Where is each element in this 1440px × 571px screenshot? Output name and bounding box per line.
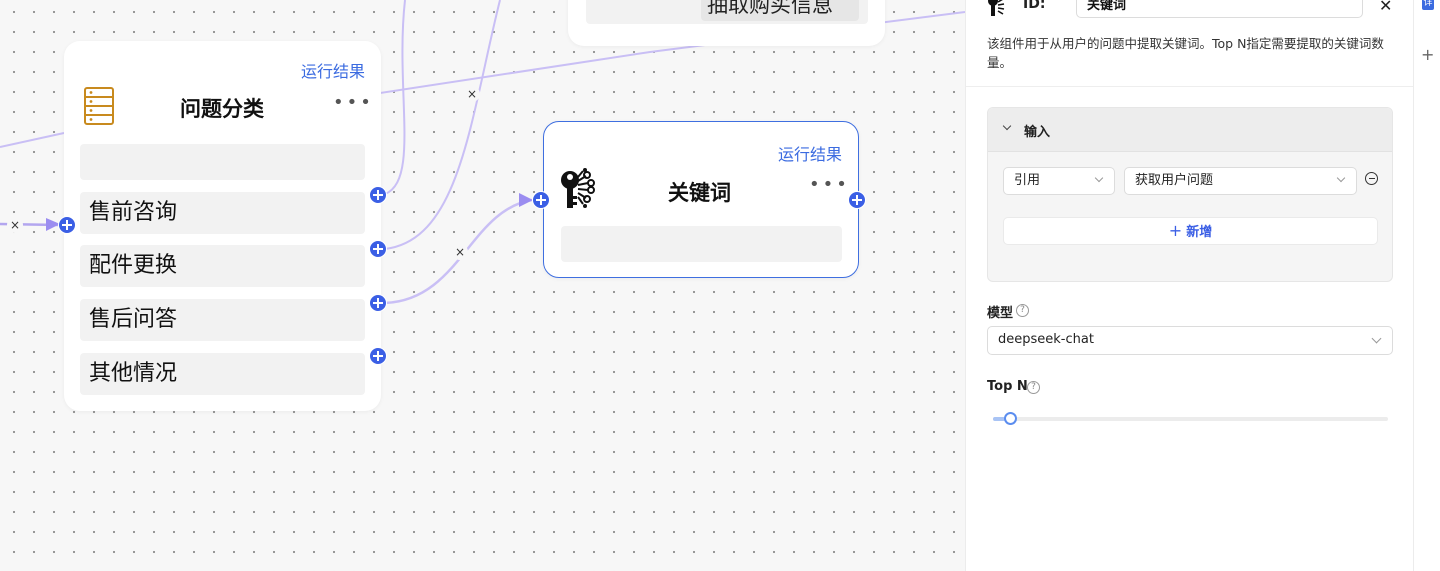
model-select[interactable]: deepseek-chat [987,326,1393,355]
node-name-input[interactable]: 关键词 [1076,0,1363,18]
top-n-slider[interactable] [993,412,1388,426]
more-menu-button[interactable]: ••• [333,94,374,112]
node-type-icon [987,0,1011,18]
edge-presale [384,0,406,195]
edge-left-top [0,132,65,148]
edge-delete-button[interactable]: × [452,244,468,260]
keyword-description-field [561,226,842,262]
answer-node[interactable]: answer 抽取购买信息 [568,0,885,46]
slider-track [993,417,1388,421]
remove-circle-icon[interactable] [1365,172,1378,185]
more-menu-button[interactable]: ••• [809,176,850,194]
edge-arrow-keyword [519,193,533,207]
right-rail: 详 + [1413,0,1440,571]
keyword-icon [560,168,602,210]
rail-add-button[interactable]: + [1421,45,1434,64]
add-input-label: 新增 [1186,225,1213,240]
input-section-title: 输入 [1024,125,1051,140]
categorize-description-field [80,144,365,180]
help-icon[interactable]: ? [1016,304,1029,317]
keyword-input-handle[interactable] [532,191,550,209]
plus-icon: + [1168,221,1183,240]
categorize-title: 问题分类 [180,97,264,121]
id-label: ID: [1023,0,1046,12]
edge-delete-button[interactable]: × [464,86,480,102]
add-input-button[interactable]: + 新增 [1003,217,1378,245]
run-result-link[interactable]: 运行结果 [778,141,842,165]
category-item[interactable]: 售后问答 [80,299,365,341]
node-description: 该组件用于从用户的问题中提取关键词。Top N指定需要提取的关键词数量。 [987,36,1384,70]
categorize-input-handle[interactable] [58,216,76,234]
category-item[interactable]: 配件更换 [80,245,365,287]
category-item[interactable]: 其他情况 [80,353,365,395]
run-result-link[interactable]: 运行结果 [301,58,365,82]
keyword-title: 关键词 [668,181,731,205]
category-item[interactable]: 售前咨询 [80,192,365,234]
categorize-node[interactable]: 运行结果 问题分类 ••• 售前咨询 配件更换 售后问答 其他情况 [64,41,381,411]
input-section: 输入 引用 获取用户问题 + 新增 [987,107,1393,282]
category-output-handle[interactable] [369,347,387,365]
chevron-down-icon [1002,121,1012,131]
help-icon[interactable]: ? [1027,381,1040,394]
edge-delete-button[interactable]: × [7,217,23,233]
category-output-handle[interactable] [369,240,387,258]
node-settings-panel: ID: 关键词 ✕ 该组件用于从用户的问题中提取关键词。Top N指定需要提取的… [965,0,1414,571]
answer-field-value: 抽取购买信息 [701,0,859,21]
keyword-output-handle[interactable] [848,191,866,209]
model-label: 模型 [987,306,1014,321]
rail-detail-tab[interactable]: 详 [1422,0,1434,10]
reference-value-select[interactable]: 获取用户问题 [1124,167,1357,195]
categorize-icon [84,87,114,125]
category-output-handle[interactable] [369,186,387,204]
slider-handle[interactable] [1004,412,1017,425]
input-section-header[interactable]: 输入 [988,108,1392,152]
category-output-handle[interactable] [369,294,387,312]
divider [966,86,1414,87]
close-icon[interactable]: ✕ [1379,0,1392,15]
keyword-node[interactable]: 运行结果 关键词 ••• [543,121,859,278]
top-n-label: Top N [987,379,1028,394]
workflow-canvas[interactable]: × × × answer 抽取购买信息 运行结果 问题分类 ••• 售前咨询 配… [0,0,965,571]
